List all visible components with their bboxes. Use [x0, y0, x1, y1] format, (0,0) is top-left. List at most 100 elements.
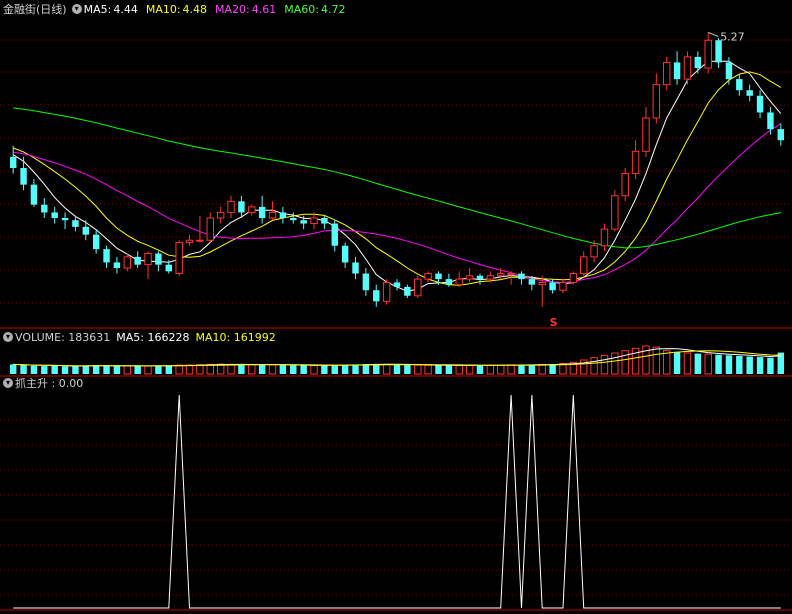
ma10-value: 4.48 — [182, 3, 208, 16]
volume-bar — [41, 366, 48, 374]
volume-bar — [497, 364, 505, 375]
volume-bar — [82, 365, 90, 374]
volume-bar — [662, 350, 671, 375]
candle-body — [756, 95, 764, 113]
candle-body — [497, 273, 505, 277]
volume-bar — [424, 364, 432, 375]
candle-body — [165, 264, 173, 272]
ma60-label: MA60: — [284, 3, 319, 16]
ma20-label: MA20: — [215, 3, 250, 16]
volume-ma10: MA10: 161992 — [195, 331, 276, 344]
candle-body — [41, 204, 48, 213]
volume-bar — [61, 366, 69, 374]
candle-body — [238, 201, 245, 213]
volume-bar — [144, 365, 152, 375]
volume-bar — [165, 365, 173, 374]
candle-body — [175, 241, 183, 275]
volume-bar — [486, 364, 495, 375]
volume-bar — [331, 364, 338, 374]
candle-body — [227, 200, 235, 213]
candle-body — [341, 245, 349, 263]
candle-body — [113, 262, 121, 268]
ma20-value: 4.61 — [251, 3, 277, 16]
volume-bar — [455, 365, 463, 375]
volume-bar — [746, 356, 753, 374]
volume-bar — [621, 350, 629, 375]
candle-body — [777, 129, 785, 141]
candle-body — [82, 226, 90, 235]
volume-bar — [725, 355, 733, 374]
volume-bar — [652, 346, 661, 375]
volume-bar — [248, 364, 256, 375]
volume-bar — [549, 364, 556, 374]
volume-bar — [113, 366, 121, 374]
candle-body — [435, 273, 442, 280]
volume-bar — [341, 364, 349, 374]
volume-bar — [362, 364, 370, 374]
dropdown-icon[interactable]: ▾ — [3, 332, 13, 342]
volume-bar — [767, 357, 774, 374]
candle-body — [600, 228, 609, 247]
candle-body — [216, 211, 225, 219]
candle-body — [331, 223, 338, 246]
candle-body — [258, 206, 266, 218]
candle-body — [736, 79, 743, 91]
ma5-label: MA5: — [83, 3, 112, 16]
dropdown-icon[interactable]: ▾ — [3, 378, 13, 388]
volume-bar — [9, 364, 17, 374]
candle-body — [393, 282, 401, 287]
candle-body — [559, 281, 567, 291]
volume-bar — [382, 363, 391, 375]
volume-bar — [103, 365, 110, 374]
volume-bar — [518, 364, 525, 374]
volume-bar — [300, 365, 307, 374]
candle-body — [20, 168, 27, 185]
candle-body — [694, 56, 702, 68]
candle-body — [123, 256, 132, 269]
candle-body — [9, 156, 17, 168]
candle-body — [362, 273, 370, 291]
volume-bar — [51, 365, 58, 374]
candle-body — [144, 253, 152, 266]
volume-bar — [465, 364, 474, 375]
candle-body — [382, 281, 391, 302]
volume-bar — [290, 365, 297, 374]
candle-body — [662, 61, 671, 86]
stock-chart[interactable]: 5.27 S — [0, 0, 792, 614]
volume-bar — [736, 355, 743, 374]
volume-bar — [683, 352, 692, 375]
volume-bar — [92, 365, 100, 374]
volume-bar — [611, 352, 619, 375]
volume-bar — [476, 365, 484, 374]
candle-body — [590, 245, 598, 258]
ma10-line — [13, 71, 782, 286]
candle-body — [642, 117, 650, 152]
candle-body — [268, 211, 277, 219]
candle-body — [507, 273, 515, 276]
volume-value: VOLUME: 183631 — [15, 331, 111, 344]
dropdown-icon[interactable]: ▾ — [71, 4, 82, 14]
candle-body — [569, 273, 578, 283]
ma5-value: 4.44 — [113, 3, 138, 16]
volume-bar — [373, 363, 380, 374]
candle-body — [746, 90, 753, 96]
candle-body — [134, 256, 141, 265]
volume-panel-header: ▾ VOLUME: 183631 MA5: 166228 MA10: 161992 — [3, 330, 278, 346]
indicator-label: 抓主升 : 0.00 — [15, 377, 84, 390]
indicator-line — [13, 394, 781, 609]
candle-body — [248, 206, 256, 213]
volume-bar — [196, 364, 204, 375]
candle-body — [92, 234, 100, 250]
volume-bar — [227, 363, 235, 375]
candle-body — [683, 56, 692, 80]
volume-bar — [704, 353, 712, 375]
volume-bar — [72, 366, 79, 374]
candle-body — [673, 62, 681, 80]
candle-body — [424, 273, 432, 280]
candle-body — [476, 275, 484, 280]
candle-body — [538, 281, 546, 286]
volume-bar — [435, 365, 442, 374]
candle-body — [715, 40, 722, 63]
signal-marker: S — [550, 316, 558, 329]
candle-body — [611, 195, 619, 230]
